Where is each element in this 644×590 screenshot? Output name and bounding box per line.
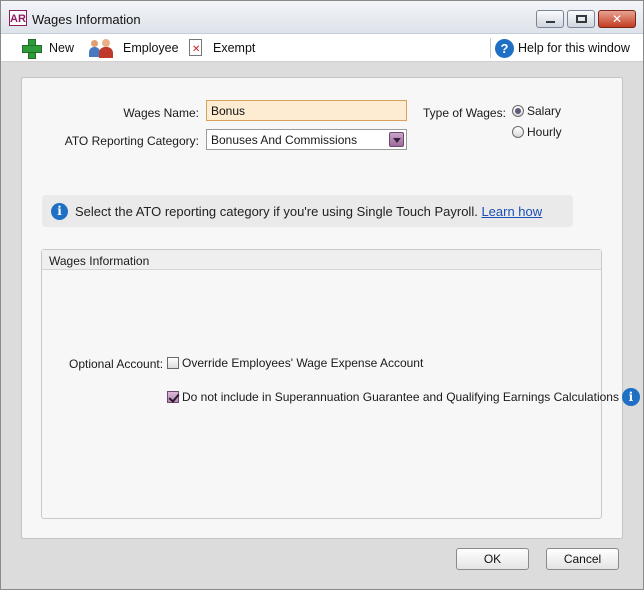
minimize-button[interactable] <box>536 10 564 28</box>
salary-radio[interactable] <box>512 105 524 117</box>
title-bar[interactable]: AR Wages Information ✕ <box>1 1 643 34</box>
minimize-icon <box>546 21 555 23</box>
learn-how-link[interactable]: Learn how <box>481 204 542 219</box>
plus-icon <box>21 38 42 59</box>
wages-information-window: AR Wages Information ✕ New Employee ✕ Ex… <box>0 0 644 590</box>
people-icon <box>89 38 115 58</box>
wages-information-group: Wages Information Optional Account: Over… <box>41 249 640 519</box>
help-button[interactable]: ? Help for this window <box>495 34 630 62</box>
override-expense-label: Override Employees' Wage Expense Account <box>182 356 424 370</box>
group-title: Wages Information <box>49 254 150 268</box>
main-panel: Wages Name: ATO Reporting Category: Bonu… <box>21 77 640 539</box>
optional-account-label: Optional Account: <box>69 357 164 371</box>
type-of-wages-label: Type of Wages: <box>423 106 506 120</box>
salary-label: Salary <box>527 104 562 118</box>
app-logo-icon: AR <box>9 10 27 26</box>
ato-category-label: ATO Reporting Category: <box>64 134 199 148</box>
hourly-radio[interactable] <box>512 126 524 138</box>
chevron-down-icon[interactable] <box>389 132 404 147</box>
exclude-super-option[interactable]: Do not include in Superannuation Guarant… <box>167 388 640 406</box>
ato-category-value: Bonuses And Commissions <box>211 133 358 147</box>
employee-button[interactable]: Employee <box>89 34 179 62</box>
help-label: Help for this window <box>518 41 630 55</box>
info-message: Select the ATO reporting category if you… <box>75 204 542 219</box>
new-label: New <box>49 41 75 55</box>
ok-button[interactable]: OK <box>456 548 529 570</box>
employee-label: Employee <box>123 41 179 55</box>
stp-info-bar: i Select the ATO reporting category if y… <box>42 195 573 227</box>
exclude-super-checkbox[interactable] <box>167 391 179 403</box>
info-text: Select the ATO reporting category if you… <box>75 204 482 219</box>
exclude-super-label: Do not include in Superannuation Guarant… <box>182 390 619 404</box>
window-title: Wages Information <box>32 12 141 27</box>
exempt-button[interactable]: ✕ Exempt <box>187 34 255 62</box>
override-expense-checkbox[interactable] <box>167 357 179 369</box>
close-icon: ✕ <box>611 12 623 26</box>
exempt-document-icon: ✕ <box>187 38 205 58</box>
override-expense-option[interactable]: Override Employees' Wage Expense Account <box>167 356 423 370</box>
help-icon: ? <box>495 38 514 58</box>
group-header: Wages Information <box>42 250 601 270</box>
toolbar-separator <box>490 38 491 58</box>
maximize-icon <box>576 15 587 23</box>
hourly-label: Hourly <box>527 125 562 139</box>
ato-category-select[interactable]: Bonuses And Commissions <box>206 129 407 150</box>
close-button[interactable]: ✕ <box>598 10 636 28</box>
exempt-label: Exempt <box>213 41 256 55</box>
info-icon: i <box>51 203 68 220</box>
salary-radio-option[interactable]: Salary <box>512 104 561 118</box>
toolbar: New Employee ✕ Exempt ? Help for this wi… <box>1 34 643 62</box>
hourly-radio-option[interactable]: Hourly <box>512 125 562 139</box>
new-button[interactable]: New <box>21 34 74 62</box>
cancel-button[interactable]: Cancel <box>546 548 619 570</box>
wages-name-label: Wages Name: <box>123 106 199 120</box>
super-info-icon[interactable]: i <box>621 388 640 406</box>
maximize-button[interactable] <box>567 10 595 28</box>
wages-name-input[interactable] <box>206 100 407 121</box>
